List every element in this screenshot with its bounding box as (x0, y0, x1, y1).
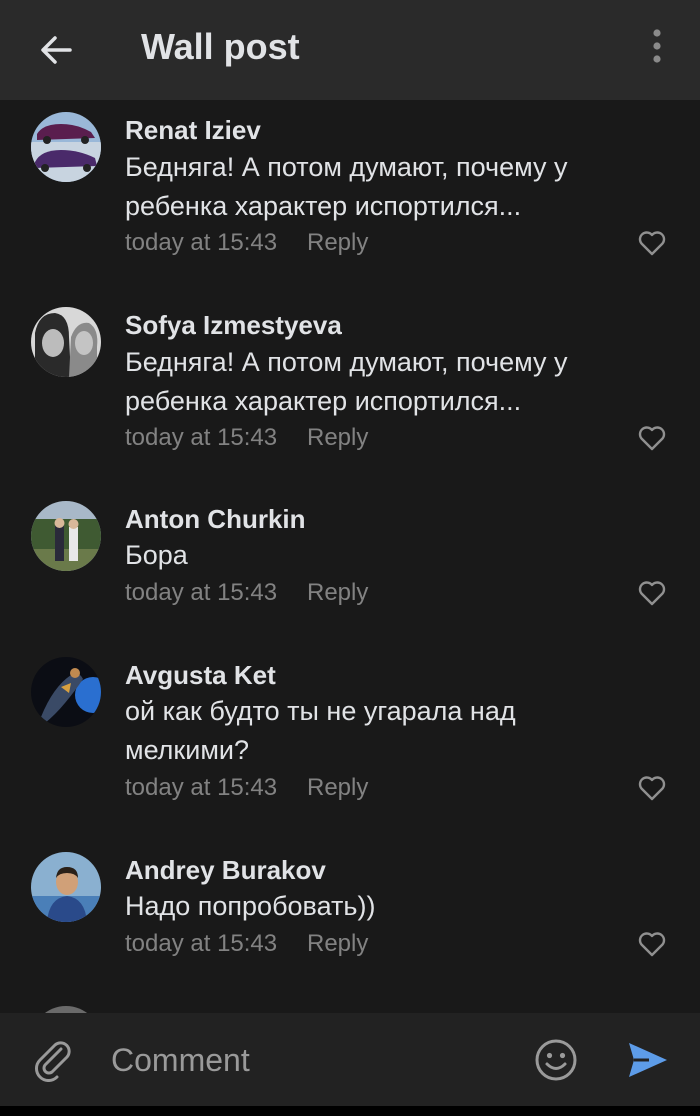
arrow-left-icon (41, 36, 72, 64)
comment-author[interactable]: Sofya Izmestyeva (125, 309, 342, 341)
emoji-button[interactable] (533, 1037, 579, 1083)
comment-text: Бедняга! А потом думают, почему у ребенк… (125, 347, 568, 416)
avatar[interactable] (31, 112, 101, 182)
avatar[interactable] (31, 657, 101, 727)
back-button[interactable] (30, 24, 82, 76)
avatar[interactable] (31, 307, 101, 377)
heart-icon (638, 932, 666, 957)
like-button[interactable] (636, 929, 668, 959)
smiley-icon (535, 1039, 577, 1081)
paperclip-icon (35, 1041, 71, 1082)
comments-list[interactable]: Renat Iziev Бедняга! А потом думают, поч… (0, 100, 700, 1013)
heart-icon (638, 426, 666, 451)
attach-button[interactable] (32, 1037, 78, 1083)
avatar[interactable] (31, 852, 101, 922)
heart-icon (638, 581, 666, 606)
heart-icon (638, 231, 666, 256)
reply-button[interactable]: Reply (307, 773, 368, 803)
reply-button[interactable]: Reply (307, 578, 368, 608)
reply-button[interactable]: Reply (307, 228, 368, 258)
comment-timestamp: today at 15:43 (125, 229, 278, 256)
comment-timestamp: today at 15:43 (125, 930, 278, 957)
comment-author[interactable]: Anton Churkin (125, 503, 306, 535)
more-options-button[interactable] (636, 24, 678, 68)
comment-composer (0, 1013, 700, 1106)
avatar[interactable] (31, 501, 101, 571)
comment-text: Бедняга! А потом думают, почему у ребенк… (125, 152, 568, 221)
comment-text: Надо попробовать)) (125, 891, 376, 921)
comment-author[interactable]: Andrey Burakov (125, 854, 326, 886)
app-bar: Wall post (0, 0, 700, 100)
comment-input[interactable] (111, 1037, 511, 1083)
send-button[interactable] (624, 1037, 670, 1083)
like-button[interactable] (636, 423, 668, 453)
comment-author[interactable]: Renat Iziev (125, 114, 261, 146)
comment-text: Бора (125, 540, 188, 570)
send-icon (629, 1043, 667, 1077)
reply-button[interactable]: Reply (307, 423, 368, 453)
reply-button[interactable]: Reply (307, 929, 368, 959)
system-nav-strip (0, 1106, 700, 1116)
more-vertical-icon (653, 29, 661, 63)
like-button[interactable] (636, 228, 668, 258)
page-title: Wall post (141, 26, 300, 67)
comment-timestamp: today at 15:43 (125, 579, 278, 606)
like-button[interactable] (636, 773, 668, 803)
like-button[interactable] (636, 578, 668, 608)
avatar[interactable] (31, 1006, 101, 1013)
heart-icon (638, 776, 666, 801)
comment-timestamp: today at 15:43 (125, 424, 278, 451)
comment-text: ой как будто ты не угарала над мелкими? (125, 696, 516, 765)
comment-timestamp: today at 15:43 (125, 774, 278, 801)
comment-author[interactable]: Avgusta Ket (125, 659, 276, 691)
